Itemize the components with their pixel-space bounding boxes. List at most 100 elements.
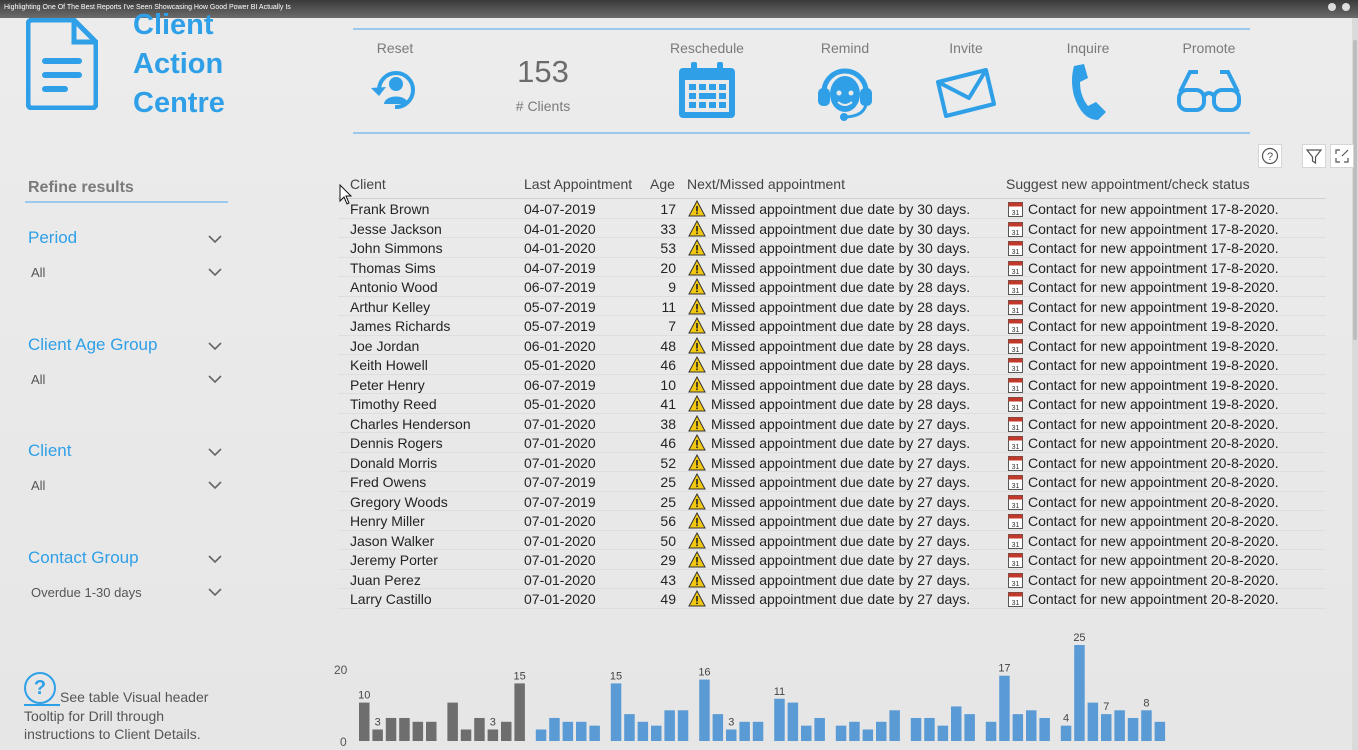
chart-bar[interactable] <box>726 729 737 741</box>
chart-bar[interactable] <box>1114 710 1125 741</box>
table-row[interactable]: Frank Brown 04-07-2019 17 Missed appointmen… <box>338 199 1326 219</box>
column-header-client[interactable]: Client <box>350 176 386 192</box>
chevron-down-icon[interactable] <box>208 554 222 564</box>
promote-button[interactable]: Promote <box>1159 40 1259 116</box>
table-row[interactable]: Jesse Jackson 04-01-2020 33 Missed appointm… <box>338 219 1326 238</box>
age-group-slicer-value[interactable]: All <box>31 372 45 387</box>
chart-bar[interactable] <box>426 721 437 741</box>
table-row[interactable]: Timothy Reed 05-01-2020 41 Missed appointme… <box>338 394 1326 414</box>
chart-bar[interactable] <box>1039 717 1050 741</box>
chart-bar[interactable] <box>610 683 622 741</box>
chart-bar[interactable] <box>739 721 750 741</box>
reschedule-button[interactable]: Reschedule <box>657 40 757 120</box>
invite-button[interactable]: Invite <box>916 40 1016 118</box>
remind-button[interactable]: Remind <box>795 40 895 122</box>
chart-bar[interactable] <box>752 721 764 741</box>
table-row[interactable]: Charles Henderson 07-01-2020 38 Missed appo… <box>338 414 1326 433</box>
table-row[interactable]: Jason Walker 07-01-2020 50 Missed appointme… <box>338 531 1326 550</box>
chevron-down-icon[interactable] <box>208 267 222 277</box>
column-header-next-missed[interactable]: Next/Missed appointment <box>687 176 845 192</box>
chart-bar[interactable] <box>624 714 635 741</box>
table-row[interactable]: Henry Miller 07-01-2020 56 Missed appointme… <box>338 511 1326 531</box>
chart-bar[interactable] <box>814 717 825 741</box>
table-row[interactable]: Dennis Rogers 07-01-2020 46 Missed appointm… <box>338 433 1326 453</box>
chart-bar[interactable] <box>1087 702 1099 741</box>
contact-group-slicer-value[interactable]: Overdue 1-30 days <box>31 585 142 600</box>
chart-bar[interactable] <box>787 702 799 741</box>
chart-bar[interactable] <box>474 717 485 741</box>
chart-bar[interactable] <box>937 725 949 741</box>
chart-bar[interactable] <box>1012 714 1024 741</box>
chevron-down-icon[interactable] <box>208 480 222 490</box>
table-row[interactable]: Donald Morris 07-01-2020 52 Missed appointm… <box>338 453 1326 472</box>
chart-bar[interactable] <box>677 710 689 741</box>
chart-bar[interactable] <box>412 721 424 741</box>
chart-bar[interactable] <box>910 717 922 741</box>
info-icon[interactable] <box>1328 3 1336 11</box>
chart-bar[interactable] <box>1141 710 1152 741</box>
chart-bar[interactable] <box>514 683 525 741</box>
client-slicer-value[interactable]: All <box>31 478 45 493</box>
table-row[interactable]: Larry Castillo 07-01-2020 49 Missed appoint… <box>338 589 1326 609</box>
table-row[interactable]: James Richards 05-07-2019 7 Missed appointm… <box>338 316 1326 336</box>
focus-mode-icon[interactable] <box>1330 144 1354 168</box>
table-row[interactable]: Joe Jordan 06-01-2020 48 Missed appointment… <box>338 336 1326 355</box>
help-icon[interactable]: ? <box>1258 144 1282 168</box>
chart-bar[interactable] <box>535 729 547 741</box>
chart-bar[interactable] <box>385 717 397 741</box>
chart-bar[interactable] <box>1101 714 1112 741</box>
chart-bar[interactable] <box>637 721 649 741</box>
period-slicer-header[interactable]: Period <box>28 228 77 248</box>
chart-bar[interactable] <box>460 729 472 741</box>
chevron-down-icon[interactable] <box>208 374 222 384</box>
chart-bar[interactable] <box>372 729 383 741</box>
chart-bar[interactable] <box>964 714 975 741</box>
chart-bar[interactable] <box>801 725 812 741</box>
chart-bar[interactable] <box>951 706 962 741</box>
table-row[interactable]: Jeremy Porter 07-01-2020 29 Missed appointm… <box>338 550 1326 570</box>
chart-bar[interactable] <box>924 717 935 741</box>
chevron-down-icon[interactable] <box>208 587 222 597</box>
chart-bar[interactable] <box>774 698 785 741</box>
chart-bar[interactable] <box>359 702 370 741</box>
chart-bar[interactable] <box>1127 717 1139 741</box>
table-row[interactable]: Keith Howell 05-01-2020 46 Missed appointme… <box>338 355 1326 375</box>
column-header-age[interactable]: Age <box>650 176 675 192</box>
chart-bar[interactable] <box>712 714 724 741</box>
column-header-last-appointment[interactable]: Last Appointment <box>524 176 632 192</box>
chart-bar[interactable] <box>985 721 997 741</box>
chart-bar[interactable] <box>399 717 410 741</box>
chart-bar[interactable] <box>1154 721 1166 741</box>
chart-bar[interactable] <box>835 725 847 741</box>
chart-bar[interactable] <box>589 725 600 741</box>
table-row[interactable]: Fred Owens 07-07-2019 25 Missed appointment… <box>338 472 1326 492</box>
age-group-slicer-header[interactable]: Client Age Group <box>28 335 157 355</box>
table-row[interactable]: Thomas Sims 04-07-2019 20 Missed appointmen… <box>338 258 1326 277</box>
column-header-suggest[interactable]: Suggest new appointment/check status <box>1006 176 1250 192</box>
chevron-down-icon[interactable] <box>208 341 222 351</box>
chart-bar[interactable] <box>1074 645 1085 741</box>
chart-bar[interactable] <box>651 725 662 741</box>
chart-bar[interactable] <box>549 717 560 741</box>
reset-button[interactable]: Reset <box>345 40 445 118</box>
table-row[interactable]: Antonio Wood 06-07-2019 9 Missed appointmen… <box>338 277 1326 297</box>
question-icon[interactable]: ? <box>24 672 56 704</box>
chart-bar[interactable] <box>1026 710 1037 741</box>
chart-bar[interactable] <box>1060 725 1072 741</box>
chart-bar[interactable] <box>699 679 710 741</box>
contact-group-slicer-header[interactable]: Contact Group <box>28 548 139 568</box>
table-row[interactable]: Arthur Kelley 05-07-2019 11 Missed appointm… <box>338 297 1326 316</box>
chart-bar[interactable] <box>862 729 874 741</box>
chart-bar[interactable] <box>562 721 574 741</box>
chart-bar[interactable] <box>501 721 512 741</box>
chart-bar[interactable] <box>889 710 900 741</box>
client-slicer-header[interactable]: Client <box>28 441 71 461</box>
chart-bar[interactable] <box>849 721 860 741</box>
chart-bar[interactable] <box>576 721 587 741</box>
period-slicer-value[interactable]: All <box>31 265 45 280</box>
chevron-down-icon[interactable] <box>208 447 222 457</box>
table-row[interactable]: John Simmons 04-01-2020 53 Missed appointme… <box>338 238 1326 258</box>
chart-bar[interactable] <box>664 710 675 741</box>
inquire-button[interactable]: Inquire <box>1038 40 1138 122</box>
chart-bar[interactable] <box>447 702 458 741</box>
